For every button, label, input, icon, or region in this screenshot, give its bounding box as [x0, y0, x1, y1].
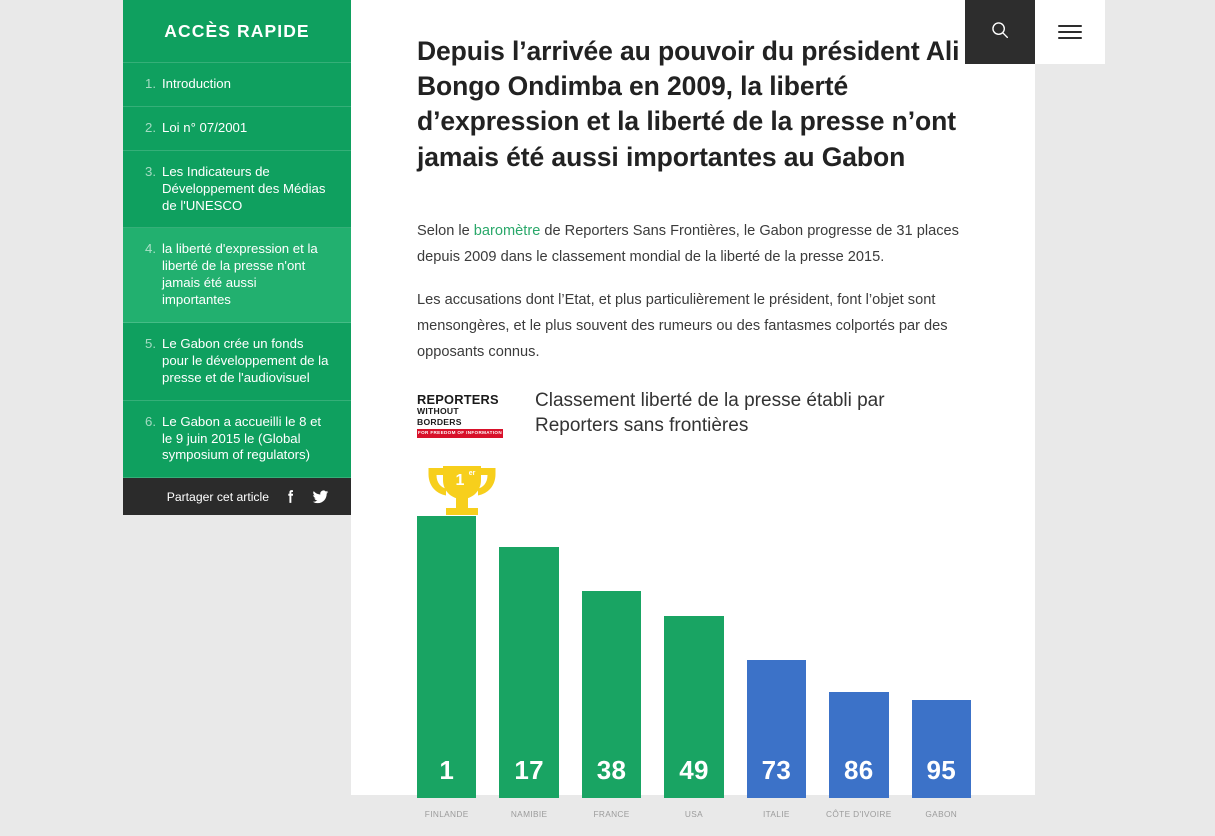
bar-category-label: CÔTE D'IVOIRE: [826, 809, 892, 820]
bar: 1 FINLANDE: [417, 516, 477, 819]
paragraph-2: Les accusations dont l’Etat, et plus par…: [417, 291, 948, 360]
sidebar-item-3[interactable]: 3. Les Indicateurs de Développement des M…: [123, 151, 351, 229]
article-content-card: Depuis l’arrivée au pouvoir du président…: [351, 0, 1035, 819]
bar: 73 ITALIE: [746, 660, 807, 819]
bar-column: 38 FRANCE: [581, 498, 642, 819]
bar-column: 17 NAMIBIE: [499, 498, 559, 819]
sidebar-item-2[interactable]: 2. Loi n° 07/2001: [123, 107, 351, 151]
bar-group: 1 FINLANDE 17 NAMIBIE 38 FRANCE 49 USA 73 ITALIE 8…: [417, 498, 971, 819]
rsf-logo-line-1: REPORTERS: [417, 392, 499, 407]
barometre-link[interactable]: baromètre: [474, 223, 541, 239]
sidebar-item-label: Le Gabon a accueilli le 8 et le 9 juin 2…: [162, 413, 322, 463]
bar-value-label: 86: [844, 755, 874, 786]
bar-value-label: 38: [596, 755, 627, 786]
bar-column: 73 ITALIE: [746, 498, 807, 819]
bar: 38 FRANCE: [581, 591, 642, 819]
bar-category-label: ITALIE: [762, 809, 790, 820]
bar-category-label: FINLANDE: [424, 809, 469, 820]
bar: 86 CÔTE D'IVOIRE: [826, 692, 891, 819]
sidebar-item-label: la liberté d'expression et la liberté de…: [162, 241, 318, 308]
sidebar-item-5[interactable]: 5. Le Gabon crée un fonds pour le dévelop…: [123, 323, 351, 401]
twitter-icon[interactable]: [312, 488, 329, 505]
bar: 95 GABON: [911, 700, 971, 819]
svg-text:1: 1: [456, 472, 465, 489]
bar-category-label: GABON: [925, 809, 958, 820]
menu-button[interactable]: [1035, 0, 1105, 64]
chart-title: Classement liberté de la presse établi p…: [535, 389, 885, 437]
paragraph-1-before: Selon le: [417, 222, 474, 239]
bar-column: 49 USA: [664, 498, 724, 819]
bar-category-label: NAMIBIE: [510, 809, 548, 820]
sidebar-item-6[interactable]: 6. Le Gabon a accueilli le 8 et le 9 juin…: [123, 401, 351, 479]
bar-category-label: USA: [684, 809, 704, 820]
paragraph-1: Selon le baromètre de Reporters Sans Fro…: [417, 219, 971, 271]
sidebar-item-1[interactable]: 1. Introduction: [123, 63, 351, 107]
sidebar-nav: 1. Introduction 2. Loi n° 07/2001 3. Les Indi…: [123, 63, 351, 479]
bar-value-label: 73: [761, 755, 792, 786]
rsf-logo-line-3: FOR FREEDOM OF INFORMATION: [417, 428, 503, 438]
share-bar: Partager cet article: [123, 478, 351, 516]
bar-value-label: 49: [679, 755, 709, 786]
bar-column: 86 CÔTE D'IVOIRE: [826, 498, 891, 819]
sidebar-item-label: Le Gabon crée un fonds pour le développe…: [162, 336, 329, 385]
rsf-logo-line-2: WITHOUT BORDERS: [417, 406, 462, 428]
facebook-icon[interactable]: [282, 488, 299, 505]
reporters-without-borders-logo: REPORTERS WITHOUT BORDERS FOR FREEDOM OF…: [417, 388, 503, 438]
hamburger-menu-icon: [1058, 21, 1082, 42]
chart-plot-area: 1 er 1 FINLANDE 17 NAMIBIE 38 FRANCE 49 USA 73 IT…: [417, 456, 971, 836]
bar-value-label: 1: [439, 755, 455, 786]
bar-value-label: 95: [926, 755, 956, 786]
sidebar-item-label: Loi n° 07/2001: [162, 119, 248, 135]
bar: 17 NAMIBIE: [499, 547, 559, 819]
bar-column: 95 GABON: [911, 498, 971, 819]
quick-access-sidebar: ACCÈS RAPIDE 1. Introduction 2. Loi n° 07/2…: [123, 0, 351, 516]
sidebar-item-number: 3.: [145, 163, 156, 179]
search-button[interactable]: [965, 0, 1035, 64]
sidebar-item-number: 6.: [145, 413, 156, 429]
bar-value-label: 17: [514, 755, 544, 786]
sidebar-title: ACCÈS RAPIDE: [123, 0, 351, 63]
share-label: Partager cet article: [166, 489, 269, 504]
sidebar-item-number: 4.: [145, 241, 156, 257]
sidebar-item-number: 2.: [145, 119, 156, 135]
svg-text:er: er: [469, 470, 476, 477]
press-freedom-chart: REPORTERS WITHOUT BORDERS FOR FREEDOM OF…: [417, 388, 971, 836]
sidebar-item-label: Introduction: [162, 76, 231, 91]
article-inner: Depuis l’arrivée au pouvoir du président…: [351, 0, 1035, 836]
sidebar-item-label: Les Indicateurs de Développement des Méd…: [162, 163, 326, 213]
bar: 49 USA: [664, 616, 724, 819]
sidebar-item-4[interactable]: 4. la liberté d'expression et la liberté …: [123, 228, 351, 324]
search-icon: [989, 19, 1011, 46]
bar-category-label: FRANCE: [593, 809, 630, 820]
chart-header: REPORTERS WITHOUT BORDERS FOR FREEDOM OF…: [417, 388, 971, 439]
page-title: Depuis l’arrivée au pouvoir du président…: [417, 36, 960, 172]
bar-column: 1 FINLANDE: [417, 498, 477, 819]
sidebar-item-number: 5.: [145, 336, 156, 352]
sidebar-item-number: 1.: [145, 76, 156, 91]
